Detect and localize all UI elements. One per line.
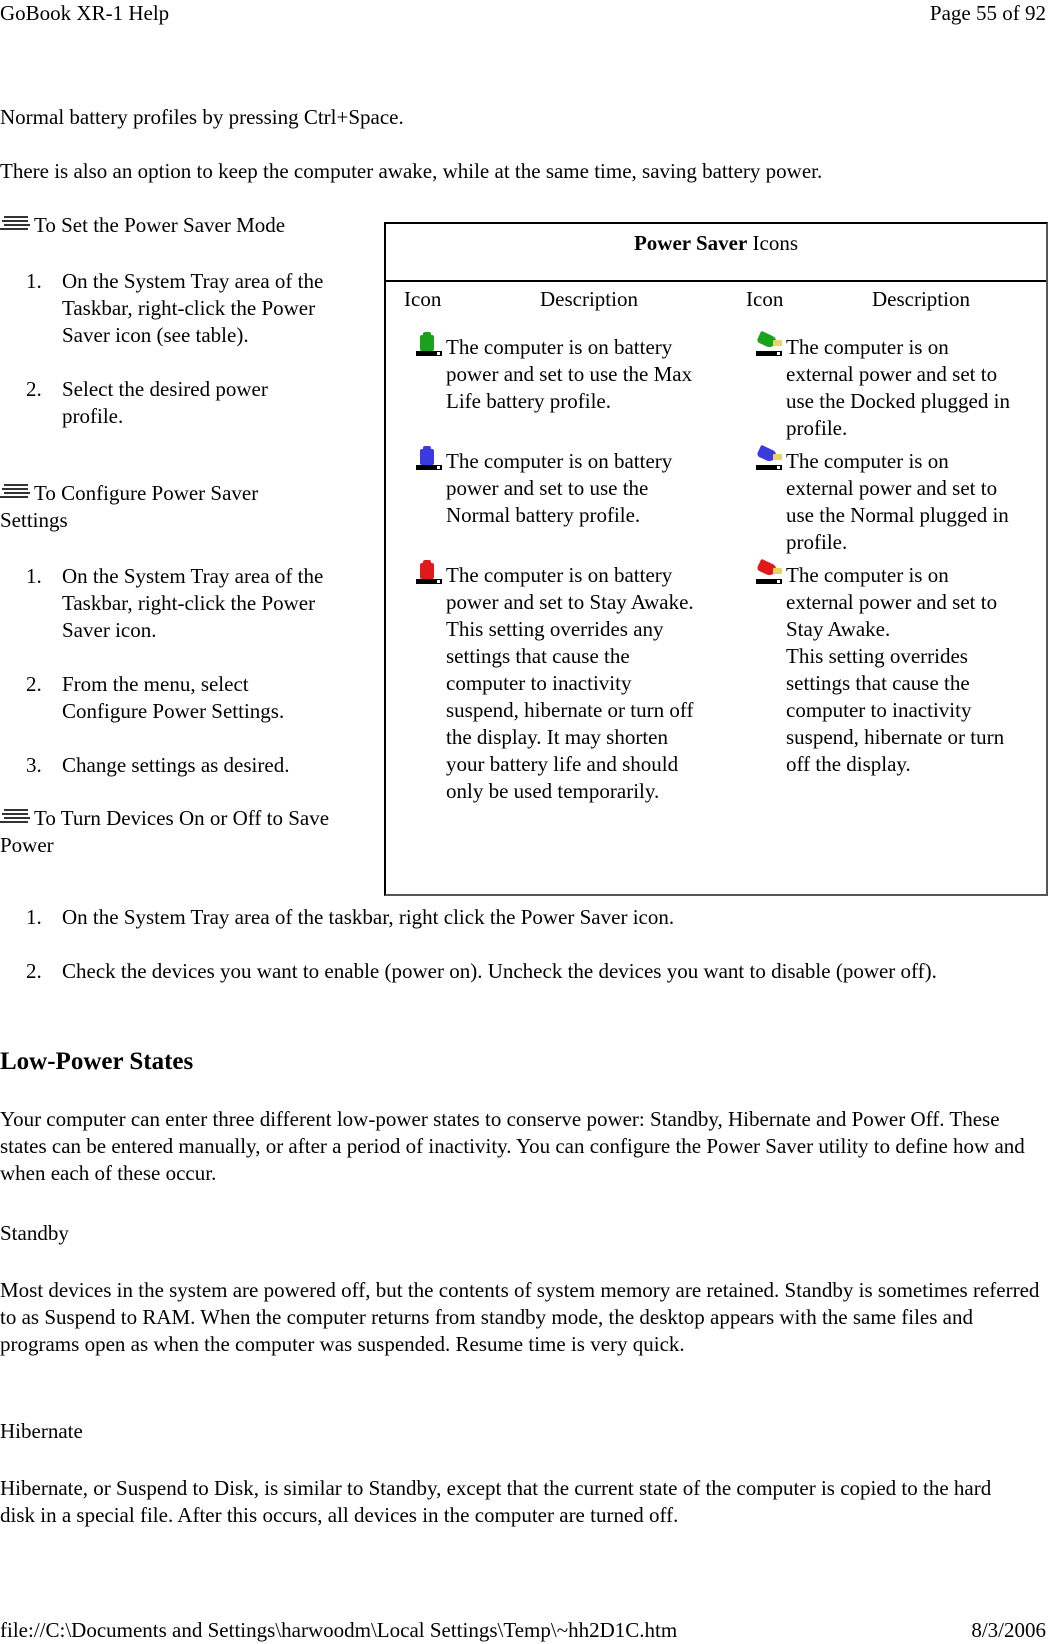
description-cell: The computer is on battery power and set…	[446, 562, 696, 805]
battery-red-icon	[416, 560, 442, 588]
description-note: This setting overrides any settings that…	[446, 617, 694, 803]
description-cell: The computer is on external power and se…	[786, 449, 1009, 554]
procedure-heading[interactable]: To Configure Power Saver Settings	[0, 480, 330, 534]
power-saver-icons-table: Power Saver Icons Icon Description Icon …	[384, 222, 1048, 896]
step: 1. On the System Tray area of the Taskbar…	[26, 269, 324, 347]
procedure-steps: 1. On the System Tray area of the Taskbar…	[0, 563, 380, 779]
procedure-configure-steps: 1. On the System Tray area of the Taskbar…	[0, 563, 380, 779]
battery-blue-icon	[416, 446, 442, 474]
column-header-icon: Icon	[404, 287, 442, 311]
hibernate-description: Hibernate, or Suspend to Disk, is simila…	[0, 1476, 992, 1527]
column-header-icon: Icon	[746, 287, 784, 311]
procedure-configure-settings: To Configure Power Saver Settings	[0, 480, 330, 534]
procedure-icon	[0, 482, 34, 500]
procedure-heading[interactable]: To Turn Devices On or Off to Save Power	[0, 805, 350, 859]
file-path: file://C:\Documents and Settings\harwood…	[0, 1618, 678, 1642]
step: 1. On the System Tray area of the Taskbar…	[26, 564, 324, 642]
procedure-turn-devices-steps: 1. On the System Tray area of the taskbar…	[0, 904, 1020, 985]
intro-line-2: There is also an option to keep the comp…	[0, 159, 823, 183]
print-date: 8/3/2006	[971, 1618, 1046, 1642]
procedure-turn-devices: To Turn Devices On or Off to Save Power	[0, 805, 350, 859]
procedure-set-power-saver-mode: To Set the Power Saver Mode 1. On the Sys…	[0, 212, 380, 430]
column-header-description: Description	[872, 287, 970, 311]
plug-blue-icon	[756, 444, 782, 474]
procedure-heading[interactable]: To Set the Power Saver Mode	[0, 212, 380, 239]
description-cell: The computer is on external power and se…	[786, 562, 1016, 778]
step: 2. Select the desired power profile.	[26, 377, 268, 428]
procedure-icon	[0, 214, 34, 232]
page-number: Page 55 of 92	[929, 1, 1046, 25]
description-cell: The computer is on battery power and set…	[446, 335, 693, 413]
description-note: This setting overrides settings that cau…	[786, 644, 1005, 776]
low-power-intro: Your computer can enter three different …	[0, 1107, 1025, 1185]
hibernate-title: Hibernate	[0, 1419, 83, 1443]
step: 1. On the System Tray area of the taskbar…	[26, 905, 675, 929]
step: 2. Check the devices you want to enable (…	[26, 959, 937, 983]
table-caption: Power Saver Icons	[386, 224, 1046, 282]
standby-description: Most devices in the system are powered o…	[0, 1278, 1040, 1356]
section-title-low-power-states: Low-Power States	[0, 1048, 194, 1075]
plug-green-icon	[756, 330, 782, 360]
procedure-icon	[0, 807, 34, 825]
step: 3. Change settings as desired.	[26, 753, 290, 777]
step: 2. From the menu, select Configure Power …	[26, 672, 285, 723]
document-title: GoBook XR-1 Help	[0, 1, 170, 25]
plug-red-icon	[756, 558, 782, 588]
description-cell: The computer is on external power and se…	[786, 335, 1010, 440]
description-cell: The computer is on battery power and set…	[446, 449, 673, 527]
intro-line-1: Normal battery profiles by pressing Ctrl…	[0, 105, 404, 129]
standby-title: Standby	[0, 1221, 69, 1245]
column-header-description: Description	[540, 287, 638, 311]
battery-green-icon	[416, 332, 442, 360]
procedure-steps: 1. On the System Tray area of the Taskbar…	[0, 268, 380, 430]
procedure-steps: 1. On the System Tray area of the taskbar…	[0, 904, 1020, 985]
